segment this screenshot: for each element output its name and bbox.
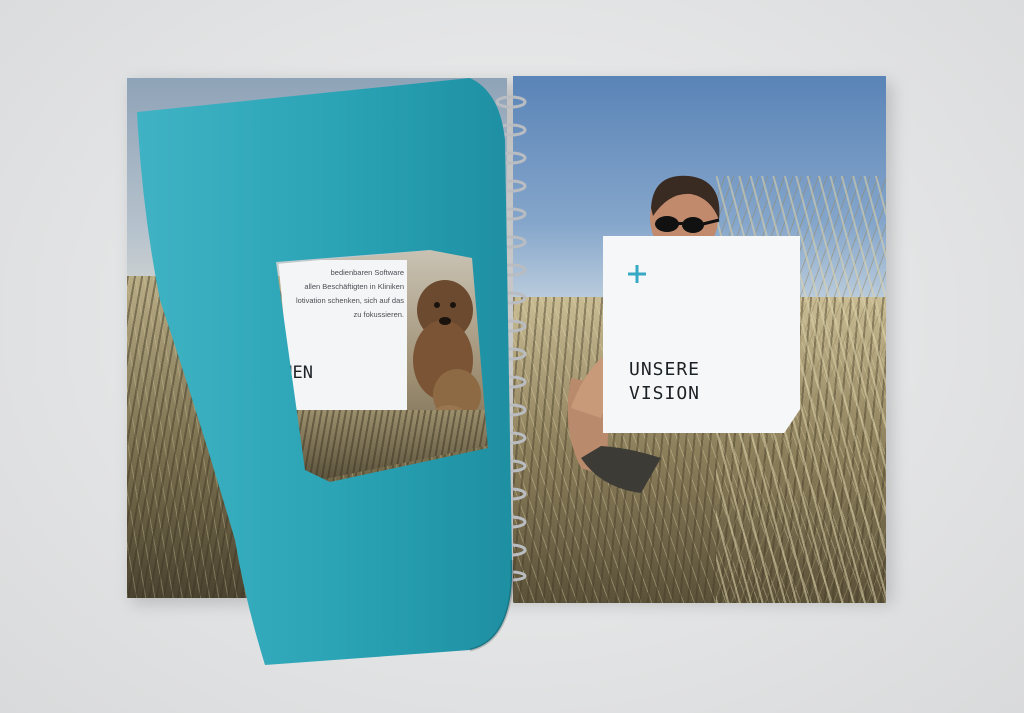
body-text-snippet: bedienbaren Software allen Beschäftigten… xyxy=(296,268,404,319)
cutout-window-content: bedienbaren Software allen Beschäftigten… xyxy=(278,250,488,480)
spiral-binding xyxy=(495,95,527,582)
plus-icon xyxy=(628,265,646,283)
brochure-photo: UNSERE VISION bedienbaren Software allen… xyxy=(0,0,1024,713)
right-page: UNSERE VISION xyxy=(513,76,886,603)
text-card: bedienbaren Software allen Beschäftigten… xyxy=(278,260,407,430)
vision-heading: UNSERE VISION xyxy=(629,359,701,404)
vision-card: UNSERE VISION xyxy=(603,236,800,433)
